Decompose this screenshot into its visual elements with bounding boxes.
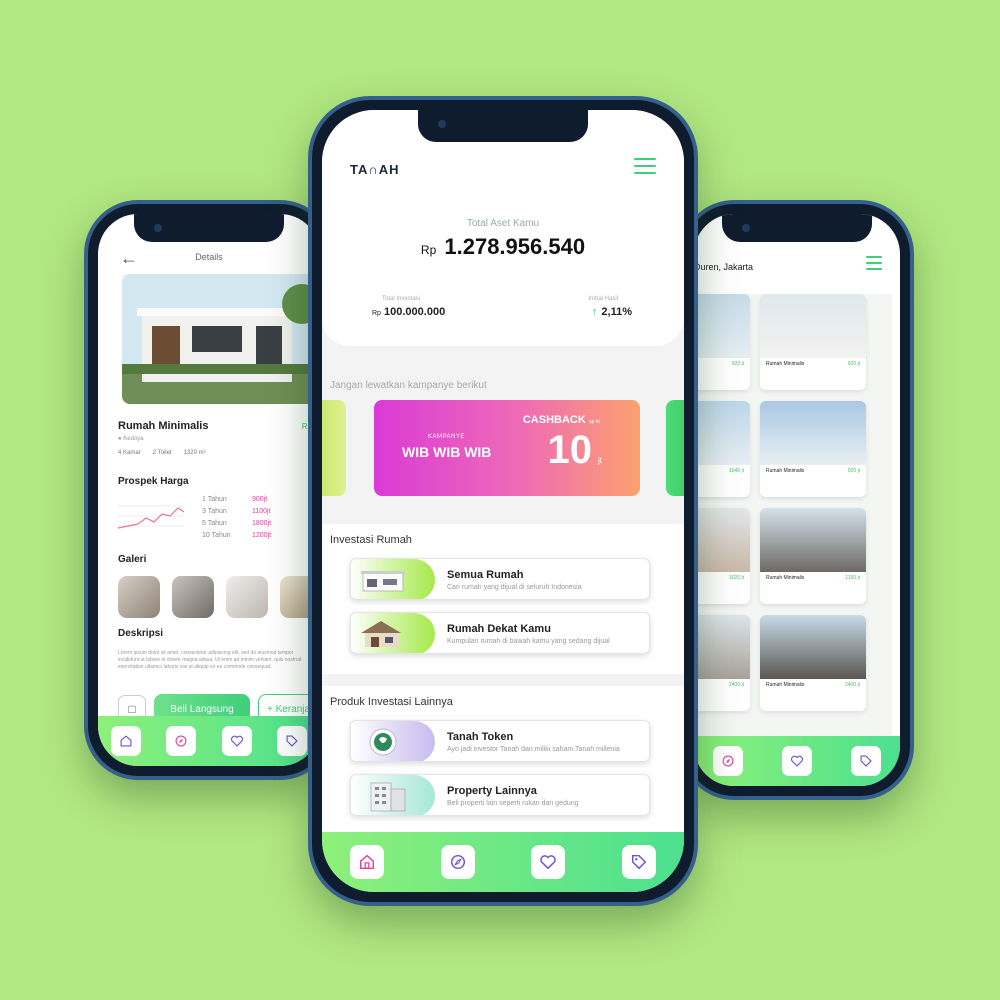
- compass-icon[interactable]: [440, 845, 475, 879]
- asset-total: Rp 1.278.956.540: [420, 234, 586, 259]
- heart-icon[interactable]: [781, 746, 812, 776]
- page-title: Details: [195, 252, 223, 262]
- phone-home: TA∩AH Total Aset Kamu Rp 1.278.956.540 T…: [308, 96, 698, 906]
- property-card[interactable]: Rumah Minimalis 1150 jt: [760, 508, 866, 604]
- return-value: ↑ 2,11%: [591, 306, 632, 318]
- projection-row: 1 Tahun 900jt: [202, 496, 268, 503]
- description-title: Deskripsi: [118, 628, 164, 639]
- other-property-item[interactable]: Property Lainnya Beli properti lain sepe…: [350, 774, 650, 816]
- notch: [418, 110, 588, 142]
- tab-bar: [694, 736, 900, 786]
- heart-icon[interactable]: [531, 845, 566, 879]
- arrow-up-icon: ↑: [591, 306, 598, 318]
- property-card[interactable]: Rumah Minimalis 2400 jt: [760, 615, 866, 711]
- details-header: ← Details: [98, 248, 320, 268]
- campaign-banner[interactable]: KAMPANYE WIB WIB WIB CASHBACK up to 10 j…: [374, 400, 640, 496]
- gallery-thumb[interactable]: [172, 576, 214, 618]
- tab-bar: [322, 832, 684, 892]
- phone-details: ← Details Rumah Minimalis Rp ● Kedoya 4 …: [84, 200, 334, 780]
- property-card[interactable]: 1020 jt: [694, 508, 750, 604]
- building-icon: [351, 775, 435, 815]
- asset-label: Total Aset Kamu: [466, 218, 540, 229]
- property-card[interactable]: 1040 jt: [694, 401, 750, 497]
- projection-row: 3 Tahun 1100jt: [202, 508, 271, 515]
- tag-icon[interactable]: [850, 746, 881, 776]
- home-icon[interactable]: [350, 845, 385, 879]
- campaign-banner-prev[interactable]: [322, 400, 346, 496]
- item-title: Property Lainnya: [447, 785, 537, 797]
- item-subtitle: Cari rumah yang dijual di seluruh Indone…: [447, 584, 582, 591]
- section-title: Investasi Rumah: [330, 534, 412, 546]
- section-title: Produk Investasi Lainnya: [330, 696, 453, 708]
- gallery-title: Galeri: [118, 554, 147, 565]
- item-subtitle: Beli properti lain seperti rukan dan ged…: [447, 800, 579, 807]
- projection-row: 10 Tahun 1200jt: [202, 532, 272, 539]
- land-token-item[interactable]: Tanah Token Ayo jadi investor Tanah dan …: [350, 720, 650, 762]
- spec-toilets: 2 Toilet: [152, 450, 172, 456]
- description-text: Lorem ipsum dolor sit amet, consectetur …: [118, 650, 302, 670]
- item-title: Semua Rumah: [447, 569, 524, 581]
- invest-house-section: Investasi Rumah Semua Rumah Cari rumah y…: [322, 524, 684, 674]
- property-grid: 920 jt Rumah Minimalis 920 jt 1040 jt Rum…: [694, 294, 892, 736]
- banner-cashback: CASHBACK up to: [522, 414, 600, 426]
- listing-screen: Duren, Jakarta 920 jt Rumah Minimalis 920…: [694, 214, 900, 786]
- gallery-thumb[interactable]: [118, 576, 160, 618]
- compass-icon[interactable]: [166, 726, 197, 756]
- notch: [134, 214, 284, 242]
- phone-listing: Duren, Jakarta 920 jt Rumah Minimalis 920…: [680, 200, 914, 800]
- gallery-thumb[interactable]: [226, 576, 268, 618]
- property-photo: [122, 274, 320, 404]
- tag-icon[interactable]: [621, 845, 656, 879]
- item-title: Tanah Token: [447, 731, 514, 743]
- property-card[interactable]: Rumah Minimalis 920 jt: [760, 294, 866, 390]
- house-icon: [351, 613, 435, 653]
- price-projection: 1 Tahun 900jt 3 Tahun 1100jt 5 Tahun 1800jt…: [202, 494, 271, 542]
- banner-title: WIB WIB WIB: [402, 444, 492, 460]
- property-card[interactable]: 920 jt: [694, 294, 750, 390]
- item-title: Rumah Dekat Kamu: [447, 623, 551, 635]
- token-icon: [351, 721, 435, 761]
- all-houses-item[interactable]: Semua Rumah Cari rumah yang dijual di se…: [350, 558, 650, 600]
- home-icon[interactable]: [110, 726, 141, 756]
- banner-unit: jt: [598, 456, 602, 465]
- banner-kicker: KAMPANYE: [428, 434, 465, 440]
- details-screen: ← Details Rumah Minimalis Rp ● Kedoya 4 …: [98, 214, 320, 766]
- heart-icon[interactable]: [221, 726, 252, 756]
- property-specs: 4 Kamar 2 Toilet 1320 m²: [118, 450, 206, 456]
- campaign-banner-next[interactable]: [666, 400, 684, 496]
- price-trend-chart: [118, 505, 184, 529]
- home-screen: TA∩AH Total Aset Kamu Rp 1.278.956.540 T…: [322, 110, 684, 892]
- spec-bedrooms: 4 Kamar: [118, 450, 141, 456]
- app-logo: TA∩AH: [350, 162, 400, 177]
- compass-icon[interactable]: [713, 746, 744, 776]
- property-name: Rumah Minimalis: [118, 420, 209, 432]
- other-products-section: Produk Investasi Lainnya Tanah Token Ayo…: [322, 686, 684, 838]
- item-subtitle: Kumpulan rumah di bawah kamu yang sedang…: [447, 638, 610, 645]
- banner-amount: 10: [547, 428, 593, 472]
- property-card[interactable]: 2400 jt: [694, 615, 750, 711]
- current-location: Duren, Jakarta: [694, 262, 754, 272]
- investment-total: Rp 100.000.000: [372, 306, 446, 318]
- campaign-prompt: Jangan lewatkan kampanye berikut: [330, 380, 487, 391]
- return-label: Imbal Hasil: [588, 296, 618, 302]
- tag-icon[interactable]: [277, 726, 308, 756]
- notch: [722, 214, 872, 242]
- location-text: Kedoya: [123, 436, 144, 442]
- property-location: ● Kedoya: [118, 436, 144, 442]
- investment-label: Total Investasi: [382, 296, 421, 302]
- house-icon: [351, 559, 435, 599]
- menu-icon[interactable]: [866, 256, 882, 274]
- projection-row: 5 Tahun 1800jt: [202, 520, 272, 527]
- tab-bar: [98, 716, 320, 766]
- spec-area: 1320 m²: [183, 450, 206, 456]
- gallery: [118, 576, 320, 618]
- menu-icon[interactable]: [634, 158, 656, 179]
- item-subtitle: Ayo jadi investor Tanah dan miliki saham…: [447, 746, 620, 753]
- prospect-title: Prospek Harga: [118, 476, 189, 487]
- nearby-houses-item[interactable]: Rumah Dekat Kamu Kumpulan rumah di bawah…: [350, 612, 650, 654]
- asset-summary-card: TA∩AH Total Aset Kamu Rp 1.278.956.540 T…: [322, 110, 684, 346]
- property-card[interactable]: Rumah Minimalis 920 jt: [760, 401, 866, 497]
